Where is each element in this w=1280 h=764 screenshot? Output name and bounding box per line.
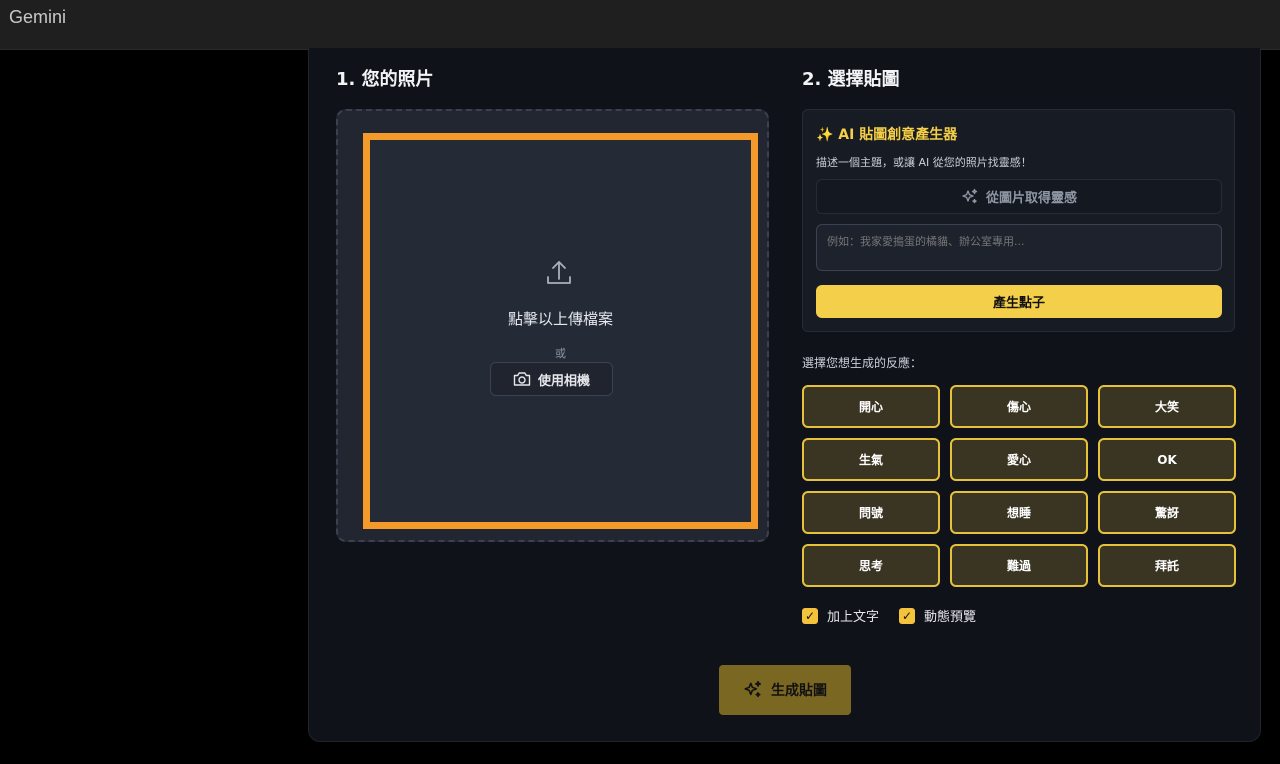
reaction-button-love[interactable]: 愛心 xyxy=(950,438,1088,481)
camera-icon xyxy=(513,372,531,386)
ai-idea-generator: ✨ AI 貼圖創意產生器 描述一個主題，或讓 AI 從您的照片找靈感！ 從圖片取… xyxy=(802,109,1235,332)
section-photo-title: 1. 您的照片 xyxy=(336,69,434,90)
use-camera-button[interactable]: 使用相機 xyxy=(490,362,613,396)
reaction-button-surprised[interactable]: 驚訝 xyxy=(1098,491,1236,534)
generate-idea-button[interactable]: 產生點子 xyxy=(816,285,1222,318)
theme-input[interactable] xyxy=(816,224,1222,271)
check-icon[interactable]: ✓ xyxy=(802,607,818,624)
animated-preview-option[interactable]: ✓ 動態預覽 xyxy=(899,606,976,625)
reaction-button-upset[interactable]: 難過 xyxy=(950,544,1088,587)
add-text-label: 加上文字 xyxy=(827,610,880,625)
reaction-button-ok[interactable]: OK xyxy=(1098,438,1236,481)
use-camera-label: 使用相機 xyxy=(537,373,590,389)
photo-dropzone[interactable]: 點擊以上傳檔案 或 使用相機 xyxy=(336,109,769,542)
reaction-button-thinking[interactable]: 思考 xyxy=(802,544,940,587)
app-title: Gemini xyxy=(9,7,67,27)
animated-preview-label: 動態預覽 xyxy=(924,610,977,625)
generate-stickers-button[interactable]: 生成貼圖 xyxy=(719,665,851,715)
add-text-option[interactable]: ✓ 加上文字 xyxy=(802,606,879,625)
reaction-button-sad[interactable]: 傷心 xyxy=(950,385,1088,428)
inspire-from-image-button[interactable]: 從圖片取得靈感 xyxy=(816,179,1222,214)
photo-frame[interactable]: 點擊以上傳檔案 或 使用相機 xyxy=(363,133,758,529)
reaction-button-angry[interactable]: 生氣 xyxy=(802,438,940,481)
generate-stickers-label: 生成貼圖 xyxy=(771,683,827,699)
reaction-button-question[interactable]: 問號 xyxy=(802,491,940,534)
upload-icon xyxy=(547,261,571,284)
ai-generator-title: ✨ AI 貼圖創意產生器 xyxy=(816,127,958,143)
top-bar: Gemini xyxy=(0,0,1280,50)
reaction-button-laugh[interactable]: 大笑 xyxy=(1098,385,1236,428)
sparkle-icon xyxy=(962,188,978,203)
options-row: ✓ 加上文字 ✓ 動態預覽 xyxy=(802,606,976,625)
upload-text: 點擊以上傳檔案 xyxy=(507,310,613,328)
check-icon[interactable]: ✓ xyxy=(899,607,916,624)
sparkle-icon xyxy=(744,680,761,698)
reaction-button-sleepy[interactable]: 想睡 xyxy=(950,491,1088,534)
reaction-button-happy[interactable]: 開心 xyxy=(802,385,940,428)
or-separator: 或 xyxy=(555,347,566,360)
reaction-grid: 開心 傷心 大笑 生氣 愛心 OK 問號 想睡 驚訝 思考 難過 拜託 xyxy=(802,385,1236,587)
reaction-button-please[interactable]: 拜託 xyxy=(1098,544,1236,587)
reaction-label: 選擇您想生成的反應： xyxy=(802,356,923,370)
ai-generator-description: 描述一個主題，或讓 AI 從您的照片找靈感！ xyxy=(816,156,1032,169)
main-panel: 1. 您的照片 點擊以上傳檔案 或 使用相機 2. 選擇貼圖 ✨ AI 貼圖創意… xyxy=(308,48,1261,742)
inspire-label: 從圖片取得靈感 xyxy=(985,191,1077,206)
section-sticker-title: 2. 選擇貼圖 xyxy=(802,69,900,90)
